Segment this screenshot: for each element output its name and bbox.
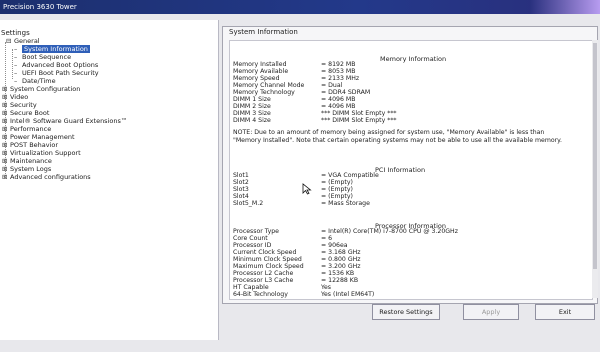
tree-item-performance[interactable]: ⊞ Performance <box>2 125 51 133</box>
tree-item-system-logs[interactable]: ⊞ System Logs <box>2 165 51 173</box>
info-row: Processor L3 Cache = 12288 KB <box>233 277 359 284</box>
expand-icon: ⊞ <box>2 125 8 133</box>
expand-icon: ⊞ <box>2 93 8 101</box>
info-row: HT Capable Yes <box>233 284 331 291</box>
tree-item-video[interactable]: ⊞ Video <box>2 93 28 101</box>
tree-item-secure-boot[interactable]: ⊞ Secure Boot <box>2 109 49 117</box>
info-row: Processor Type = Intel(R) Core(TM) i7-870… <box>233 228 458 235</box>
expand-icon: ⊞ <box>2 133 8 141</box>
info-row: Core Count = 6 <box>233 235 333 242</box>
settings-tree-header: Settings <box>1 29 30 37</box>
expand-icon: ⊞ <box>2 109 8 117</box>
expand-icon: ⊞ <box>2 149 8 157</box>
info-row: Memory Installed = 8192 MB <box>233 61 356 68</box>
info-row: Slot4 = (Empty) <box>233 193 353 200</box>
expand-icon: ⊞ <box>2 101 8 109</box>
tree-item-uefi-boot-path-security[interactable]: – UEFI Boot Path Security <box>14 69 99 77</box>
expand-icon: ⊞ <box>2 85 8 93</box>
info-row: DIMM 2 Size = 4096 MB <box>233 103 356 110</box>
info-row: Minimum Clock Speed = 0.800 GHz <box>233 256 361 263</box>
tree-item-system-information[interactable]: – System Information <box>14 45 90 53</box>
tree-item-power-management[interactable]: ⊞ Power Management <box>2 133 75 141</box>
info-row: Memory Channel Mode = Dual <box>233 82 343 89</box>
apply-button[interactable]: Apply <box>463 304 519 320</box>
info-row: DIMM 3 Size *** DIMM Slot Empty *** <box>233 110 397 117</box>
tree-item-post-behavior[interactable]: ⊞ POST Behavior <box>2 141 58 149</box>
memory-note: NOTE: Due to an amount of memory being a… <box>233 129 562 144</box>
title-glow <box>530 0 600 14</box>
memory-heading: Memory Information <box>380 55 447 63</box>
info-row: 64-Bit Technology Yes (Intel EM64T) <box>233 291 375 298</box>
pci-heading: PCI Information <box>375 166 426 174</box>
tree-branch-icon: – <box>14 45 18 53</box>
expand-icon: ⊞ <box>2 165 8 173</box>
vertical-scrollbar[interactable] <box>592 40 598 298</box>
expand-icon: ⊞ <box>2 157 8 165</box>
tree-item-advanced-boot-options[interactable]: – Advanced Boot Options <box>14 61 98 69</box>
tree-item-date-time[interactable]: – Date/Time <box>14 77 56 85</box>
tree-item-security[interactable]: ⊞ Security <box>2 101 37 109</box>
tree-item-system-configuration[interactable]: ⊞ System Configuration <box>2 85 80 93</box>
info-row: Current Clock Speed = 3.168 GHz <box>233 249 361 256</box>
info-row: Memory Technology = DDR4 SDRAM <box>233 89 371 96</box>
tree-branch-icon: – <box>14 69 18 77</box>
expand-icon: ⊞ <box>2 141 8 149</box>
tree-item-boot-sequence[interactable]: – Boot Sequence <box>14 53 71 61</box>
tree-guide-line <box>12 49 13 79</box>
info-row: Processor L2 Cache = 1536 KB <box>233 270 355 277</box>
tree-item-advanced-configurations[interactable]: ⊞ Advanced configurations <box>2 173 91 181</box>
info-row: Slot5_M.2 = Mass Storage <box>233 200 370 207</box>
restore-settings-button[interactable]: Restore Settings <box>372 304 440 320</box>
tree-branch-icon: – <box>14 77 18 85</box>
collapse-icon: ⊟ <box>6 37 12 45</box>
expand-icon: ⊞ <box>2 173 8 181</box>
info-row: Memory Available = 8053 MB <box>233 68 356 75</box>
tree-item-maintenance[interactable]: ⊞ Maintenance <box>2 157 52 165</box>
info-row: Processor ID = 906ea <box>233 242 348 249</box>
tree-item-general[interactable]: ⊟ General <box>6 37 40 45</box>
info-content: Memory Information Memory Installed = 819… <box>229 40 593 300</box>
info-row: DIMM 1 Size = 4096 MB <box>233 96 356 103</box>
window-title: Precision 3630 Tower <box>0 0 600 14</box>
info-row: Slot1 = VGA Compatible <box>233 172 379 179</box>
expand-icon: ⊞ <box>2 117 8 125</box>
tree-branch-icon: – <box>14 53 18 61</box>
info-row: Slot2 = (Empty) <box>233 179 353 186</box>
tree-item-virtualization-support[interactable]: ⊞ Virtualization Support <box>2 149 81 157</box>
info-row: Memory Speed = 2133 MHz <box>233 75 360 82</box>
info-row: Slot3 = (Empty) <box>233 186 353 193</box>
info-row: Maximum Clock Speed = 3.200 GHz <box>233 263 361 270</box>
tree-item-intel-sgx[interactable]: ⊞ Intel® Software Guard Extensions™ <box>2 117 127 125</box>
exit-button[interactable]: Exit <box>535 304 595 320</box>
info-row: DIMM 4 Size *** DIMM Slot Empty *** <box>233 117 397 124</box>
panel-title: System Information <box>229 28 298 36</box>
bios-screen: Precision 3630 Tower Settings ⊟ General –… <box>0 0 600 352</box>
scrollbar-thumb[interactable] <box>593 43 597 269</box>
mouse-pointer-icon <box>302 183 312 195</box>
tree-branch-icon: – <box>14 61 18 69</box>
